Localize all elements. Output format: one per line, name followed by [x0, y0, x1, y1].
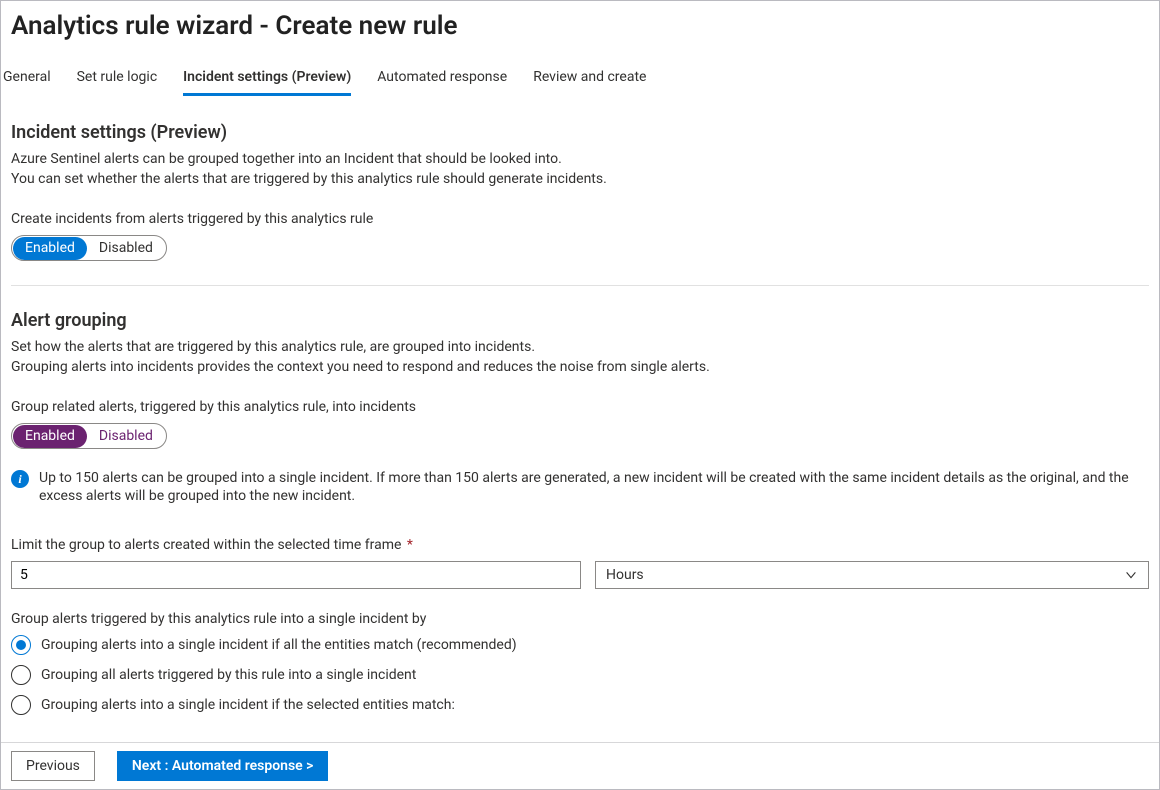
radio-icon — [11, 695, 31, 715]
tab-general[interactable]: General — [3, 61, 51, 95]
create-incidents-label: Create incidents from alerts triggered b… — [11, 211, 1149, 227]
group-by-radio-list: Grouping alerts into a single incident i… — [11, 635, 1149, 715]
tab-label: General — [3, 69, 51, 85]
create-incidents-toggle[interactable]: Enabled Disabled — [11, 235, 167, 261]
group-by-option-all-entities[interactable]: Grouping alerts into a single incident i… — [11, 635, 1149, 655]
toggle-enabled[interactable]: Enabled — [13, 425, 87, 448]
text: Set how the alerts that are triggered by… — [11, 339, 535, 355]
group-by-label: Group alerts triggered by this analytics… — [11, 611, 1149, 627]
radio-label: Grouping alerts into a single incident i… — [41, 697, 455, 713]
tab-automated-response[interactable]: Automated response — [377, 61, 507, 95]
tab-label: Review and create — [533, 69, 646, 85]
wizard-tabs: General Set rule logic Incident settings… — [1, 47, 1159, 95]
alert-grouping-description: Set how the alerts that are triggered by… — [11, 337, 1149, 377]
alert-grouping-heading: Alert grouping — [11, 310, 1149, 331]
info-icon: i — [11, 470, 29, 488]
tab-incident-settings[interactable]: Incident settings (Preview) — [183, 61, 351, 95]
select-value: Hours — [606, 567, 644, 583]
group-by-option-all-alerts[interactable]: Grouping all alerts triggered by this ru… — [11, 665, 1149, 685]
info-text: Up to 150 alerts can be grouped into a s… — [39, 469, 1133, 505]
toggle-disabled[interactable]: Disabled — [87, 237, 165, 260]
wizard-footer: Previous Next : Automated response > — [1, 742, 1159, 789]
group-related-toggle[interactable]: Enabled Disabled — [11, 423, 167, 449]
wizard-content: Incident settings (Preview) Azure Sentin… — [1, 96, 1159, 736]
radio-label: Grouping all alerts triggered by this ru… — [41, 667, 416, 683]
tab-label: Automated response — [377, 69, 507, 85]
tab-label: Set rule logic — [77, 69, 158, 85]
incident-settings-heading: Incident settings (Preview) — [11, 122, 1149, 143]
next-button[interactable]: Next : Automated response > — [117, 751, 329, 781]
incident-settings-description: Azure Sentinel alerts can be grouped tog… — [11, 149, 1149, 189]
text: You can set whether the alerts that are … — [11, 171, 607, 187]
toggle-enabled[interactable]: Enabled — [13, 237, 87, 260]
text: Azure Sentinel alerts can be grouped tog… — [11, 151, 562, 167]
required-star: * — [403, 537, 413, 553]
text: Limit the group to alerts created within… — [11, 537, 401, 553]
timeframe-row: Hours — [11, 561, 1149, 589]
previous-button[interactable]: Previous — [11, 751, 95, 781]
group-related-label: Group related alerts, triggered by this … — [11, 399, 1149, 415]
tab-set-rule-logic[interactable]: Set rule logic — [77, 61, 158, 95]
radio-icon — [11, 635, 31, 655]
wizard-frame: Analytics rule wizard - Create new rule … — [0, 0, 1160, 790]
grouping-limit-info: i Up to 150 alerts can be grouped into a… — [11, 469, 1149, 505]
tab-label: Incident settings (Preview) — [183, 69, 351, 85]
page-title: Analytics rule wizard - Create new rule — [1, 1, 1159, 47]
chevron-down-icon — [1124, 568, 1138, 582]
tab-review-and-create[interactable]: Review and create — [533, 61, 646, 95]
toggle-disabled[interactable]: Disabled — [87, 425, 165, 448]
timeframe-value-input[interactable] — [11, 561, 581, 589]
text: Grouping alerts into incidents provides … — [11, 359, 710, 375]
timeframe-label: Limit the group to alerts created within… — [11, 537, 1149, 553]
radio-icon — [11, 665, 31, 685]
radio-label: Grouping alerts into a single incident i… — [41, 637, 517, 653]
group-by-option-selected-entities[interactable]: Grouping alerts into a single incident i… — [11, 695, 1149, 715]
timeframe-unit-select[interactable]: Hours — [595, 561, 1149, 589]
section-divider — [11, 285, 1149, 286]
